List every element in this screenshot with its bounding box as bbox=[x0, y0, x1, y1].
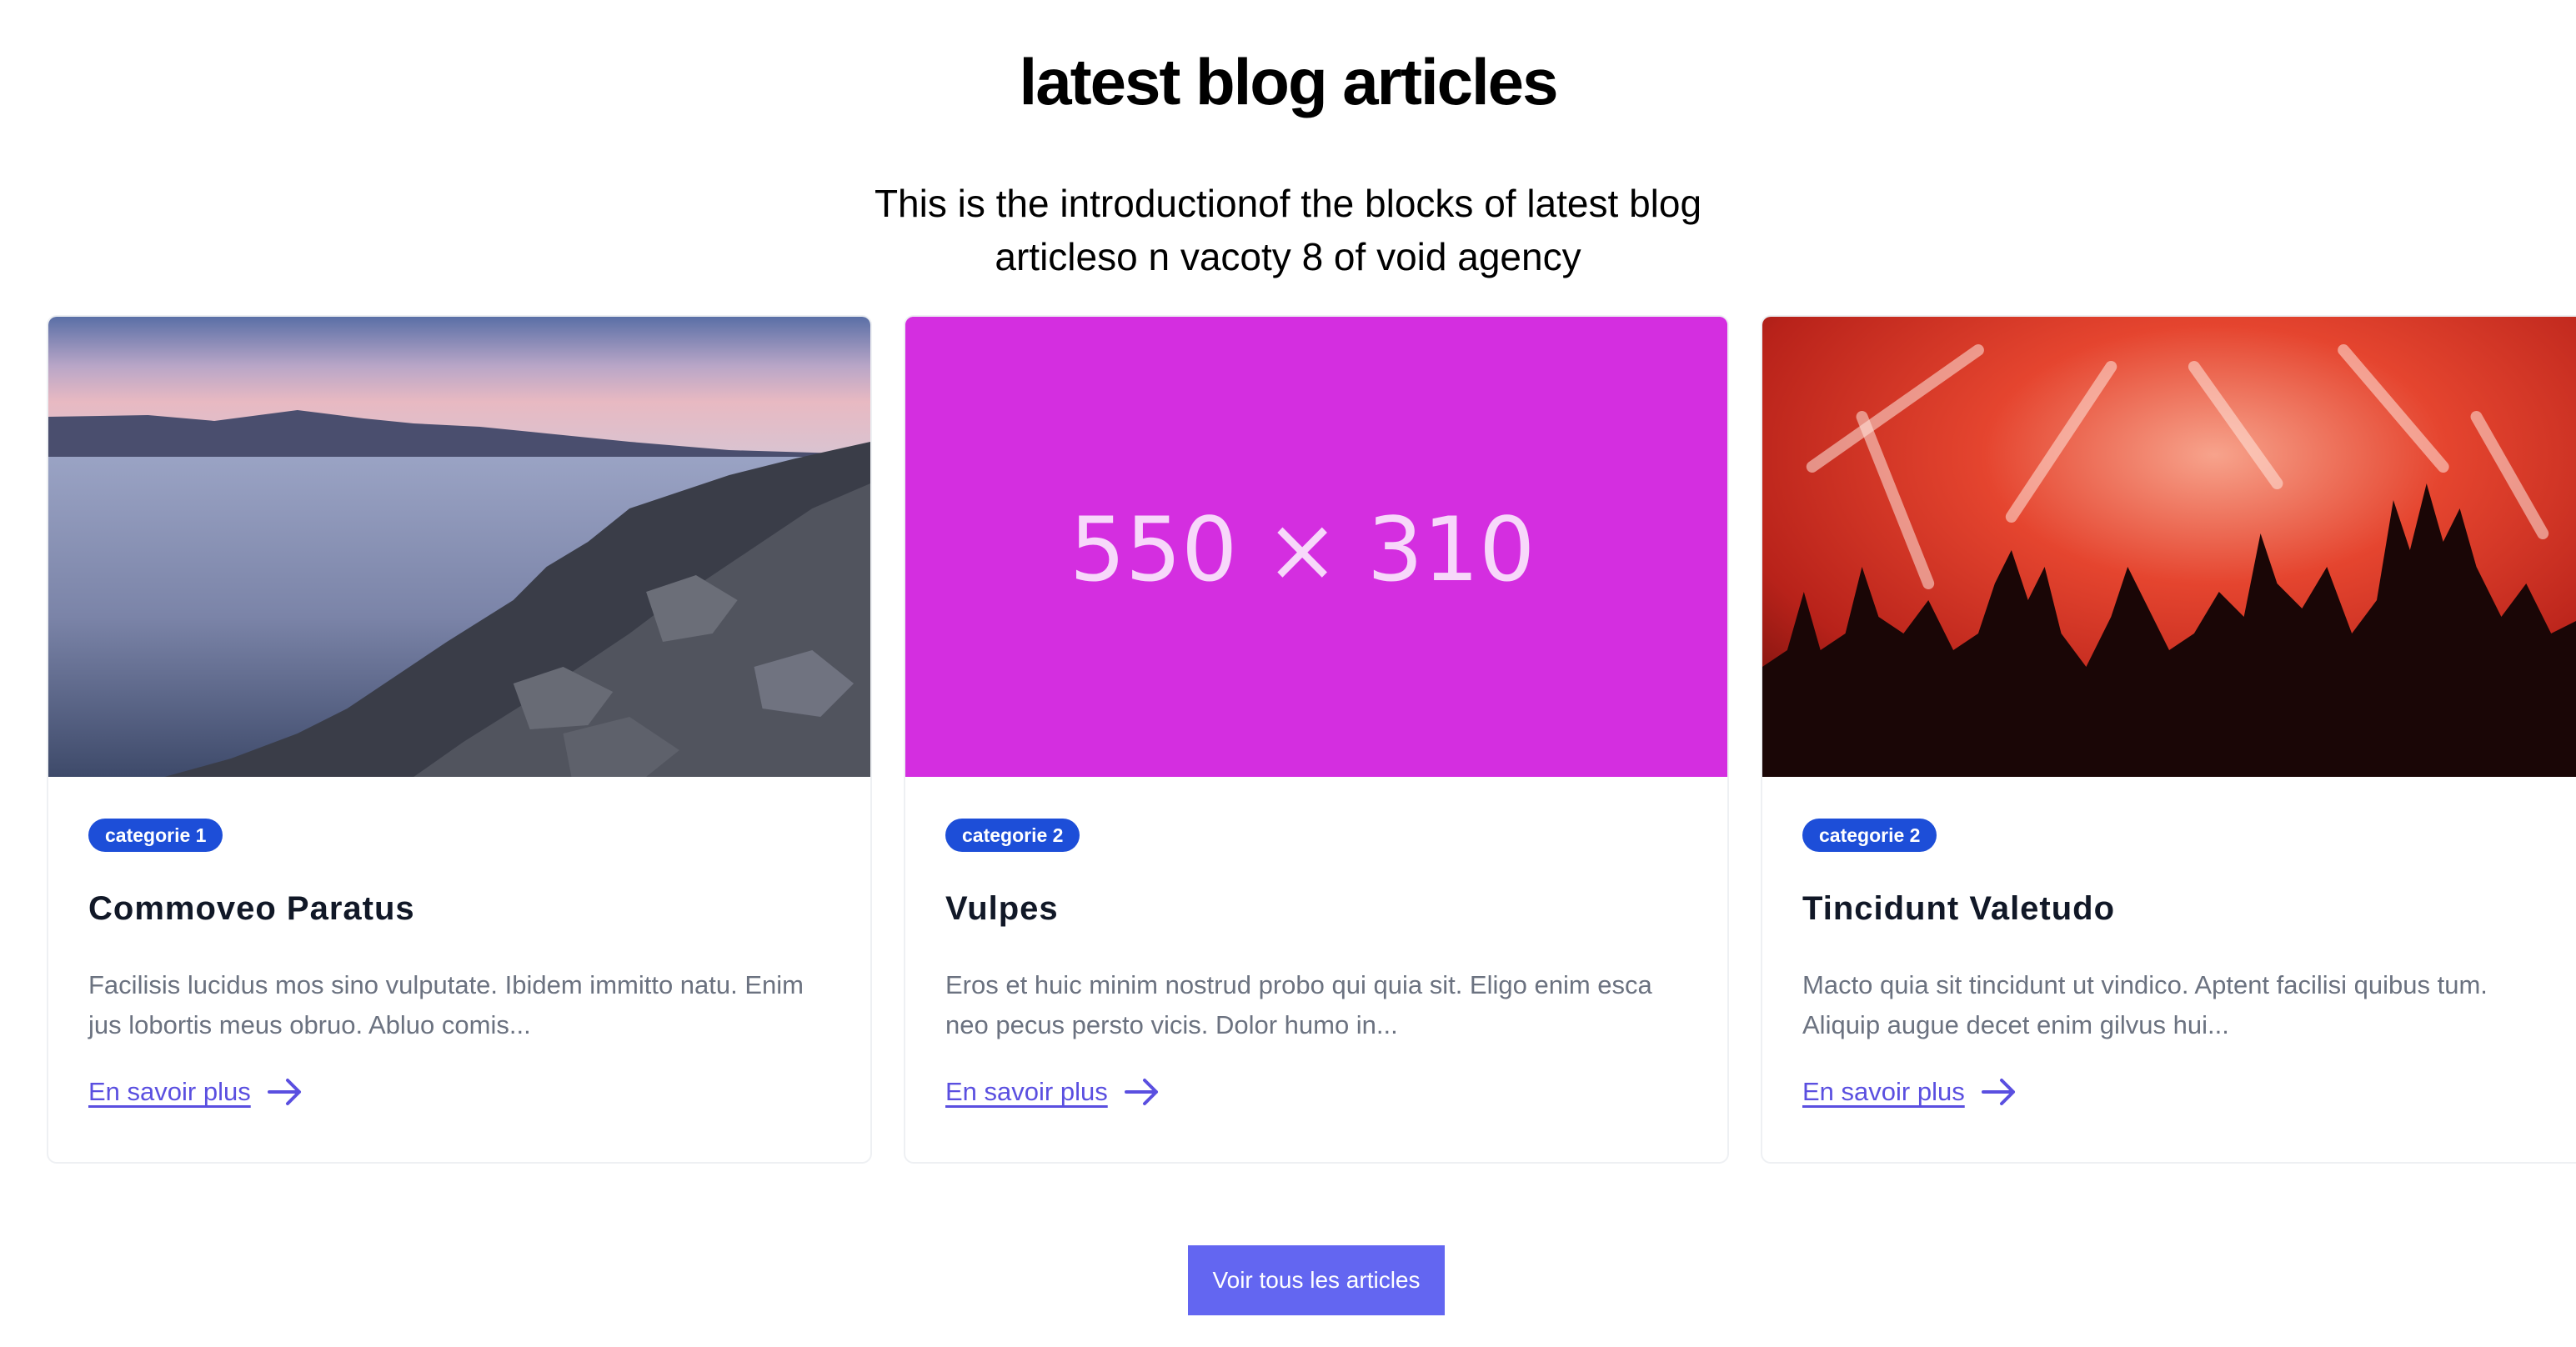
view-all-articles-button[interactable]: Voir tous les articles bbox=[1188, 1245, 1445, 1315]
article-title[interactable]: Commoveo Paratus bbox=[88, 887, 830, 930]
placeholder-dimensions: 550 × 310 bbox=[1070, 498, 1535, 601]
read-more-label: En savoir plus bbox=[1802, 1077, 1965, 1106]
article-excerpt: Facilisis lucidus mos sino vulputate. Ib… bbox=[88, 970, 804, 1039]
article-card-body: categorie 1 Commoveo Paratus Facilisis l… bbox=[48, 777, 870, 1107]
read-more-label: En savoir plus bbox=[945, 1077, 1108, 1106]
article-excerpt: Macto quia sit tincidunt ut vindico. Apt… bbox=[1802, 970, 2488, 1039]
article-excerpt: Eros et huic minim nostrud probo qui qui… bbox=[945, 970, 1652, 1039]
category-badge[interactable]: categorie 2 bbox=[945, 819, 1080, 852]
read-more-link[interactable]: En savoir plus bbox=[88, 1077, 304, 1107]
read-more-label: En savoir plus bbox=[88, 1077, 251, 1106]
article-image-coastline[interactable] bbox=[48, 317, 870, 777]
arrow-right-icon bbox=[1981, 1079, 2015, 1105]
article-card[interactable]: categorie 1 Commoveo Paratus Facilisis l… bbox=[47, 315, 872, 1164]
arrow-right-icon bbox=[1124, 1079, 1158, 1105]
category-badge[interactable]: categorie 1 bbox=[88, 819, 223, 852]
coastline-photo bbox=[48, 317, 870, 777]
article-image-concert[interactable] bbox=[1762, 317, 2576, 777]
article-card-body: categorie 2 Vulpes Eros et huic minim no… bbox=[905, 777, 1727, 1107]
article-card[interactable]: categorie 2 Tincidunt Valetudo Macto qui… bbox=[1761, 315, 2576, 1164]
latest-articles-section: latest blog articles This is the introdu… bbox=[0, 0, 2576, 1347]
read-more-link[interactable]: En savoir plus bbox=[945, 1077, 1161, 1107]
article-card-body: categorie 2 Tincidunt Valetudo Macto qui… bbox=[1762, 777, 2576, 1107]
category-badge[interactable]: categorie 2 bbox=[1802, 819, 1937, 852]
arrow-right-icon bbox=[267, 1079, 301, 1105]
article-title[interactable]: Vulpes bbox=[945, 887, 1687, 930]
placeholder-image: 550 × 310 bbox=[905, 317, 1727, 777]
concert-photo bbox=[1762, 317, 2576, 777]
article-cards: categorie 1 Commoveo Paratus Facilisis l… bbox=[47, 315, 2576, 1165]
article-card[interactable]: 550 × 310 categorie 2 Vulpes Eros et hui… bbox=[904, 315, 1729, 1164]
section-title: latest blog articles bbox=[1019, 45, 1559, 118]
section-intro: This is the introductionof the blocks of… bbox=[874, 182, 1702, 278]
read-more-link[interactable]: En savoir plus bbox=[1802, 1077, 2018, 1107]
article-title[interactable]: Tincidunt Valetudo bbox=[1802, 887, 2544, 930]
article-image-placeholder[interactable]: 550 × 310 bbox=[905, 317, 1727, 777]
